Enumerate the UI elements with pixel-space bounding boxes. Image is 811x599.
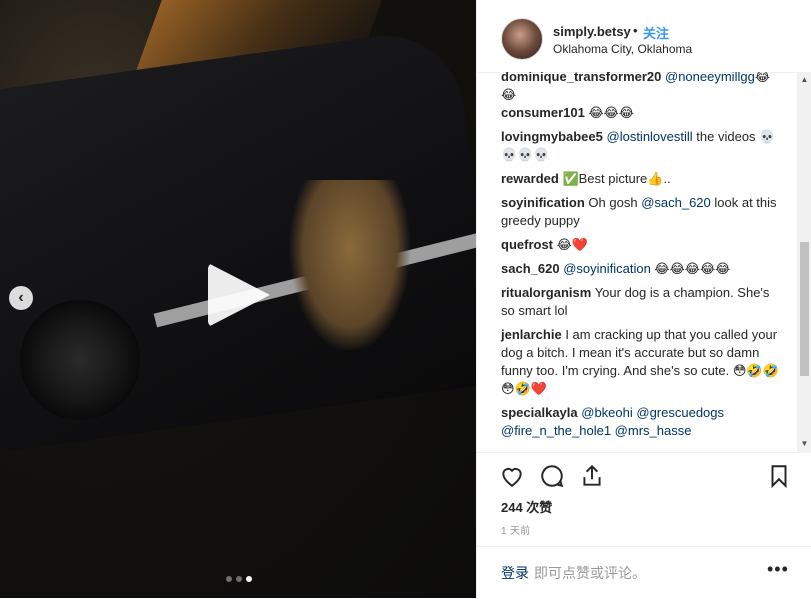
location-link[interactable]: Oklahoma City, Oklahoma: [553, 42, 692, 56]
comment-item: sach_620 @soyinification 😂😂😂😂😂: [501, 260, 781, 278]
comment-username[interactable]: consumer101: [501, 105, 585, 120]
like-count[interactable]: 244 次赞: [501, 497, 552, 516]
car-wheel: [20, 300, 140, 420]
dog-figure: [290, 180, 410, 350]
comment-mention[interactable]: @soyinification: [563, 261, 651, 276]
username-link[interactable]: simply.betsy: [553, 24, 631, 39]
comment-text: Oh gosh: [588, 195, 642, 210]
follow-button[interactable]: 关注: [643, 23, 669, 42]
comment-text: 😂❤️: [556, 237, 589, 252]
carousel-dot: [236, 576, 242, 582]
bookmark-icon[interactable]: [766, 463, 792, 489]
comment-username[interactable]: lovingmybabee5: [501, 129, 603, 144]
comment-mention[interactable]: @sach_620: [641, 195, 711, 210]
post-panel: simply.betsy • 关注 Oklahoma City, Oklahom…: [476, 0, 811, 598]
comment-item: jenlarchie I am cracking up that you cal…: [501, 326, 781, 398]
heart-icon[interactable]: [499, 463, 525, 489]
comment-extra: 😂😂😂😂😂: [650, 261, 731, 276]
comment-mention[interactable]: @lostinlovestill: [607, 129, 693, 144]
comment-username[interactable]: specialkayla: [501, 405, 578, 420]
login-hint: 即可点赞或评论。: [534, 565, 646, 581]
comment-text: 😂😂😂: [588, 105, 635, 120]
scroll-down-arrow-icon[interactable]: ▼: [800, 438, 809, 450]
post-time[interactable]: 1 天前: [501, 522, 531, 537]
comment-item: lovingmybabee5 @lostinlovestill the vide…: [501, 128, 781, 164]
comment-item: quefrost 😂❤️: [501, 236, 781, 254]
comment-icon[interactable]: [539, 463, 565, 489]
comment-item: dominique_transformer20 @noneeymillgg😂😂: [501, 72, 781, 104]
comment-username[interactable]: jenlarchie: [501, 327, 562, 342]
comment-item: consumer101 😂😂😂: [501, 104, 781, 122]
carousel-dot: [226, 576, 232, 582]
share-icon[interactable]: [579, 463, 605, 489]
play-icon[interactable]: [208, 263, 270, 327]
login-footer: 登录 即可点赞或评论。 •••: [477, 546, 811, 599]
comment-username[interactable]: rewarded: [501, 171, 559, 186]
comment-username[interactable]: ritualorganism: [501, 285, 591, 300]
comment-item: specialkayla @bkeohi @grescuedogs @fire_…: [501, 404, 781, 440]
comment-username[interactable]: soyinification: [501, 195, 585, 210]
comment-username[interactable]: quefrost: [501, 237, 553, 252]
post-media[interactable]: ‹: [0, 0, 476, 598]
more-options-icon[interactable]: •••: [767, 559, 789, 580]
scroll-up-arrow-icon[interactable]: ▲: [800, 74, 809, 86]
prev-slide-button[interactable]: ‹: [9, 286, 33, 310]
carousel-dots: [226, 576, 252, 582]
comment-username[interactable]: sach_620: [501, 261, 560, 276]
action-bar: [477, 452, 811, 497]
avatar[interactable]: [501, 18, 543, 60]
comment-text: ✅Best picture👍..: [562, 171, 671, 186]
comments-scrollbar[interactable]: ▲ ▼: [797, 72, 811, 452]
comment-username[interactable]: dominique_transformer20: [501, 72, 661, 84]
comment-item: rewarded ✅Best picture👍..: [501, 170, 781, 188]
separator: •: [633, 23, 638, 38]
carousel-dot-active: [246, 576, 252, 582]
login-link[interactable]: 登录: [501, 563, 529, 583]
comment-mention[interactable]: @noneeymillgg: [665, 72, 755, 84]
comment-item: soyinification Oh gosh @sach_620 look at…: [501, 194, 781, 230]
comment-item: ritualorganism Your dog is a champion. S…: [501, 284, 781, 320]
post-header: simply.betsy • 关注 Oklahoma City, Oklahom…: [477, 0, 811, 73]
comment-list[interactable]: dominique_transformer20 @noneeymillgg😂😂 c…: [477, 72, 799, 452]
scroll-thumb[interactable]: [800, 242, 809, 376]
